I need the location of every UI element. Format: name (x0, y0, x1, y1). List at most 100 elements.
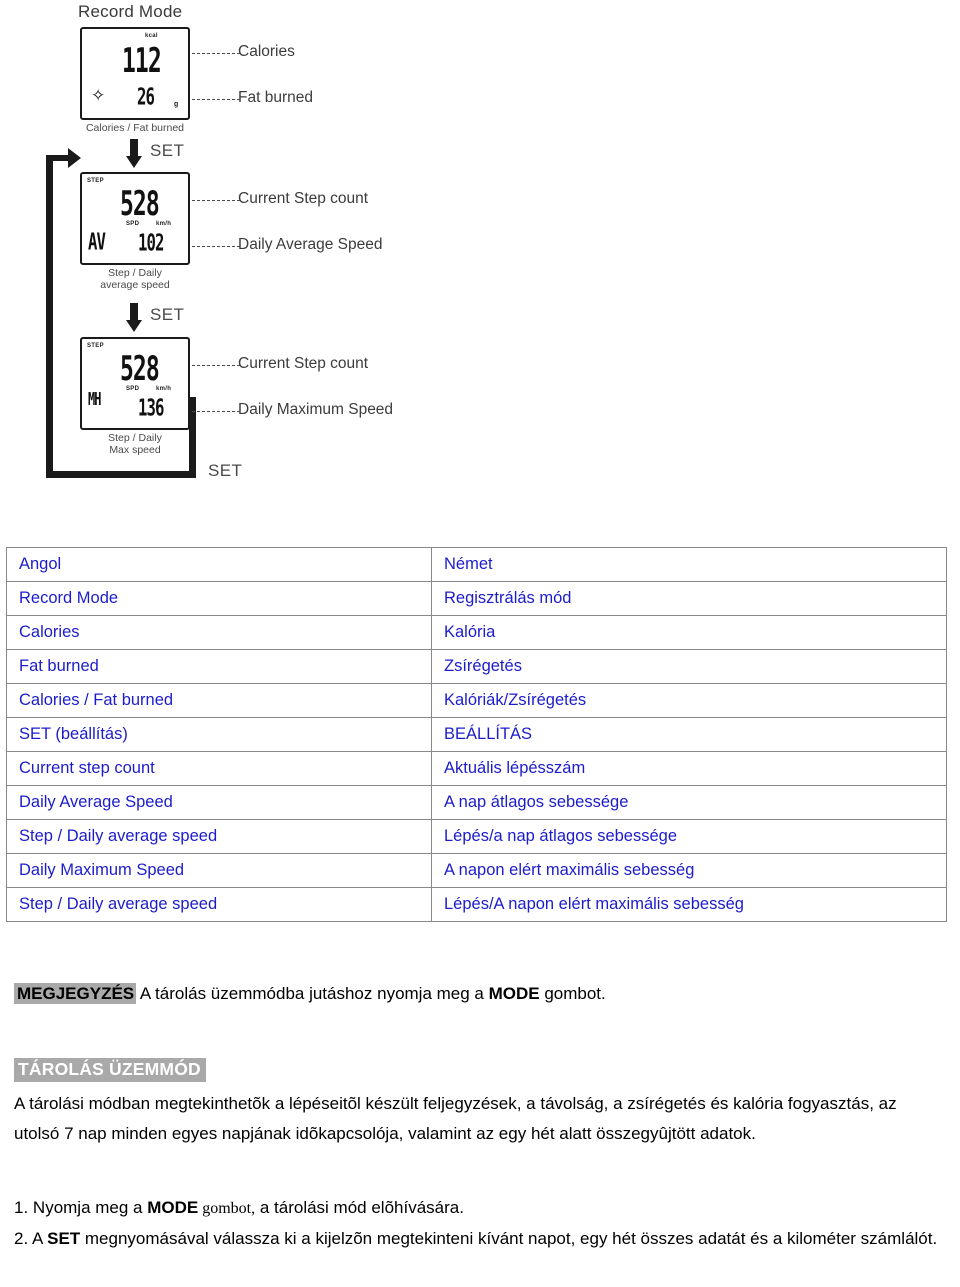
note-badge: MEGJEGYZÉS (14, 983, 137, 1004)
table-cell-english: Step / Daily average speed (6, 819, 432, 854)
step-count-value-2: 528 (120, 184, 160, 224)
note-text-before: A tárolás üzemmódba jutáshoz nyomja meg … (136, 984, 489, 1003)
table-row: Step / Daily average speed Lépés/A napon … (6, 887, 947, 922)
table-cell-hungarian: Aktuális lépésszám (431, 751, 947, 786)
label-current-step-count-2: Current Step count (238, 190, 369, 207)
kmh-unit-2: km/h (156, 221, 172, 227)
screen2-caption-line2: average speed (100, 279, 170, 291)
leader-line-max-speed (192, 411, 240, 412)
loop-path-bottom (46, 471, 196, 478)
table-header-hungarian: Német (431, 547, 947, 582)
table-cell-hungarian: Lépés/A napon elért maximális sebesség (431, 887, 947, 922)
spd-tag-2: SPD (126, 221, 140, 227)
translation-table-body: Angol Német Record Mode Regisztrálás mód Cal… (6, 547, 947, 922)
table-cell-english: Fat burned (6, 649, 432, 684)
calories-fat-screen: kcal 112 ✧ 26 g (80, 27, 190, 120)
loop-arrow-icon (68, 148, 81, 168)
table-cell-english: Calories (6, 615, 432, 650)
kmh-unit-3: km/h (156, 386, 172, 392)
table-row: Daily Maximum Speed A napon elért maximál… (6, 853, 947, 888)
table-cell-english: SET (beállítás) (6, 717, 432, 752)
step-1-number: 1. (14, 1198, 29, 1217)
table-cell-hungarian: Regisztrálás mód (431, 581, 947, 616)
table-row: Daily Average Speed A nap átlagos sebessé… (6, 785, 947, 820)
set-label-2: SET (150, 305, 185, 324)
screen1-caption: Calories / Fat burned (85, 122, 185, 134)
step-1-key: MODE (147, 1198, 199, 1217)
table-cell-english: Calories / Fat burned (6, 683, 432, 718)
screen2-caption: Step / Daily average speed (72, 267, 198, 291)
label-daily-average-speed: Daily Average Speed (238, 236, 383, 253)
loop-path-vertical (46, 160, 53, 478)
set-label-3: SET (208, 461, 243, 480)
step-item-2: 2. A SET megnyomásával válassza ki a kij… (14, 1224, 942, 1254)
screen3-caption-line1: Step / Daily (108, 432, 162, 444)
diagram-title: Record Mode (78, 2, 183, 21)
note-mode-key: MODE (488, 984, 540, 1003)
step-2-post: megnyomásával válassza ki a kijelzõn meg… (80, 1229, 938, 1248)
mh-tag-3: MH (88, 389, 101, 411)
leader-line-avg-speed (192, 246, 240, 247)
table-row: Record Mode Regisztrálás mód (6, 581, 947, 616)
step-1-post: gombot, (198, 1200, 256, 1217)
table-cell-hungarian: A napon elért maximális sebesség (431, 853, 947, 888)
table-cell-english: Step / Daily average speed (6, 887, 432, 922)
leader-line-step-count-2 (192, 200, 240, 201)
step-2-pre: A (28, 1229, 48, 1248)
section-paragraph: A tárolási módban megtekinthetõk a lépés… (14, 1094, 897, 1143)
table-row: Step / Daily average speed Lépés/a nap át… (6, 819, 947, 854)
table-cell-english: Current step count (6, 751, 432, 786)
label-daily-maximum-speed: Daily Maximum Speed (238, 401, 394, 418)
label-current-step-count-3: Current Step count (238, 355, 369, 372)
leader-line-calories (192, 53, 240, 54)
step-mode-tag-2: STEP (87, 178, 104, 184)
table-cell-hungarian: A nap átlagos sebessége (431, 785, 947, 820)
avg-speed-value: 102 (138, 230, 164, 257)
step-2-number: 2. (14, 1229, 29, 1248)
calories-value: 112 (122, 41, 162, 81)
screen3-caption-line2: Max speed (109, 444, 161, 456)
section-heading: TÁROLÁS ÜZEMMÓD (14, 1058, 206, 1082)
label-calories: Calories (238, 43, 295, 60)
table-row: SET (beállítás) BEÁLLÍTÁS (6, 717, 947, 752)
table-cell-english: Daily Maximum Speed (6, 853, 432, 888)
av-tag-2: AV (88, 229, 106, 256)
step-1-tail: a tárolási mód elõhívására. (255, 1198, 464, 1217)
max-speed-value: 136 (138, 395, 164, 422)
table-row: Calories / Fat burned Kalóriák/Zsírégetés (6, 683, 947, 718)
spd-tag-3: SPD (126, 386, 140, 392)
step-avg-speed-screen: STEP 528 SPD km/h AV 102 (80, 172, 190, 265)
screen3-caption: Step / Daily Max speed (72, 432, 198, 456)
table-cell-hungarian: Kalória (431, 615, 947, 650)
note-text-after: gombot. (539, 984, 606, 1003)
step-2-key: SET (47, 1229, 81, 1248)
label-fat-burned: Fat burned (238, 89, 313, 106)
table-cell-english: Daily Average Speed (6, 785, 432, 820)
set-label-1: SET (150, 141, 185, 160)
leader-line-fat-burned (192, 99, 240, 100)
table-row: Current step count Aktuális lépésszám (6, 751, 947, 786)
step-item-1: 1. Nyomja meg a MODE gombot, a tárolási … (14, 1193, 942, 1224)
table-cell-hungarian: Lépés/a nap átlagos sebessége (431, 819, 947, 854)
note-line: MEGJEGYZÉS A tárolás üzemmódba jutáshoz … (14, 983, 606, 1004)
table-cell-hungarian: BEÁLLÍTÁS (431, 717, 947, 752)
record-mode-diagram: Record Mode kcal 112 ✧ 26 g Calories / F… (0, 0, 960, 540)
table-row: Fat burned Zsírégetés (6, 649, 947, 684)
gram-unit-label: g (174, 101, 179, 108)
kcal-unit-label: kcal (145, 33, 158, 39)
screen2-caption-line1: Step / Daily (108, 267, 162, 279)
table-header-english: Angol (6, 547, 432, 582)
step-max-speed-screen: STEP 528 SPD km/h MH 136 (80, 337, 190, 430)
table-cell-hungarian: Zsírégetés (431, 649, 947, 684)
step-mode-tag-3: STEP (87, 343, 104, 349)
section-steps: 1. Nyomja meg a MODE gombot, a tárolási … (14, 1193, 942, 1254)
step-count-value-3: 528 (120, 349, 160, 389)
table-cell-hungarian: Kalóriák/Zsírégetés (431, 683, 947, 718)
step-1-pre: Nyomja meg a (28, 1198, 148, 1217)
table-row: Angol Német (6, 547, 947, 582)
footprint-icon: ✧ (91, 86, 106, 106)
table-row: Calories Kalória (6, 615, 947, 650)
table-cell-english: Record Mode (6, 581, 432, 616)
fat-burned-value: 26 (137, 84, 155, 111)
leader-line-step-count-3 (192, 365, 240, 366)
